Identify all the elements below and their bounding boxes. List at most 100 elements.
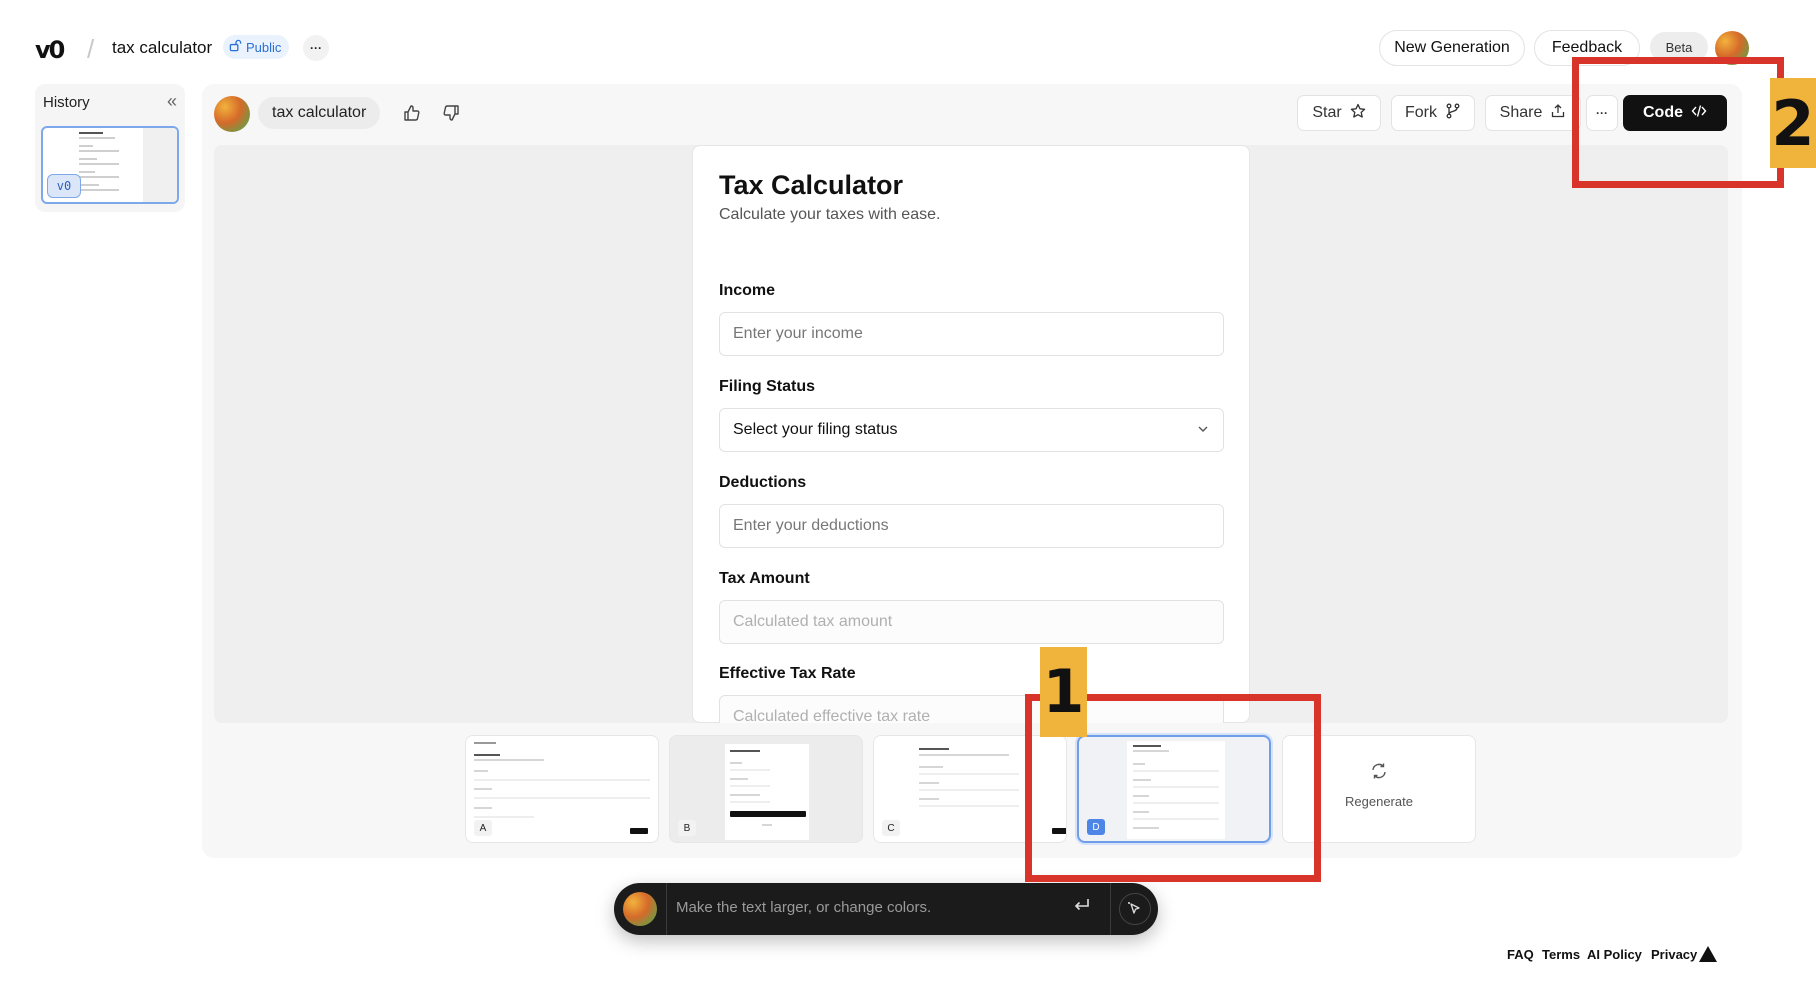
variant-button — [730, 811, 806, 817]
history-version-thumbnail[interactable]: v0 — [41, 126, 179, 204]
variant-line — [730, 769, 770, 771]
breadcrumb-separator: / — [87, 34, 95, 64]
divider — [1110, 883, 1111, 935]
share-label: Share — [1499, 104, 1543, 121]
variant-line — [919, 766, 943, 768]
variant-letter: A — [474, 820, 492, 836]
variant-line — [919, 789, 1019, 791]
footer-ai-policy-link[interactable]: AI Policy — [1587, 947, 1642, 962]
vercel-logo-icon[interactable] — [1699, 946, 1717, 962]
variant-line — [762, 824, 772, 826]
version-badge: v0 — [47, 174, 81, 198]
new-generation-button[interactable]: New Generation — [1379, 30, 1525, 66]
variant-b[interactable]: B — [669, 735, 863, 843]
filing-status-value: Select your filing status — [733, 421, 898, 438]
deductions-label: Deductions — [719, 474, 807, 491]
share-icon — [1550, 103, 1566, 124]
variant-line — [919, 805, 1019, 807]
annotation-box-2 — [1572, 57, 1784, 188]
footer-faq-link[interactable]: FAQ — [1507, 947, 1534, 962]
collapse-icon[interactable]: « — [167, 91, 177, 112]
top-bar: v0 / tax calculator Public ··· New Gener… — [0, 0, 1816, 92]
tax-calculator-card: Tax Calculator Calculate your taxes with… — [692, 145, 1250, 723]
thumbnail-line — [79, 189, 119, 191]
annotation-label-1: 1 — [1040, 647, 1087, 737]
variant-line — [730, 785, 770, 787]
variant-line — [474, 742, 496, 744]
thumbnail-line — [79, 132, 103, 134]
footer-privacy-link[interactable]: Privacy — [1651, 947, 1697, 962]
tax-amount-label: Tax Amount — [719, 570, 810, 587]
income-label: Income — [719, 282, 776, 299]
variant-line — [730, 778, 748, 780]
enter-icon[interactable] — [1072, 895, 1092, 921]
variant-line — [730, 801, 770, 803]
variant-line — [474, 797, 650, 799]
chat-avatar — [214, 96, 250, 132]
thumbnail-line — [79, 150, 119, 152]
variant-line — [474, 779, 650, 781]
variant-line — [919, 748, 949, 750]
visibility-label: Public — [246, 39, 282, 55]
variant-line — [474, 759, 544, 761]
star-label: Star — [1312, 104, 1342, 121]
thumbs-down-icon[interactable] — [439, 101, 463, 125]
variant-line — [730, 794, 760, 796]
prompt-avatar — [623, 892, 657, 926]
variant-line — [919, 754, 1009, 756]
variant-line — [730, 762, 742, 764]
filing-status-label: Filing Status — [719, 378, 815, 395]
variant-button — [630, 828, 648, 834]
preview-title: Tax Calculator — [719, 170, 904, 200]
thumbs-up-icon[interactable] — [400, 101, 424, 125]
variant-line — [474, 754, 500, 756]
thumbnail-line — [79, 137, 115, 139]
chevron-down-icon — [1197, 422, 1209, 438]
annotation-label-2: 2 — [1770, 78, 1816, 168]
divider — [666, 883, 667, 935]
cursor-select-icon[interactable] — [1119, 893, 1151, 925]
v0-logo[interactable]: v0 — [35, 36, 65, 64]
project-name[interactable]: tax calculator — [112, 38, 212, 58]
thumbnail-line — [79, 184, 99, 186]
thumbnail-line — [79, 158, 97, 160]
variant-line — [474, 788, 492, 790]
income-input[interactable]: Enter your income — [719, 312, 1224, 356]
star-button[interactable]: Star — [1297, 95, 1381, 131]
prompt-input[interactable]: Make the text larger, or change colors. — [676, 899, 931, 916]
prompt-bar: Make the text larger, or change colors. — [614, 883, 1158, 935]
preview-subtitle: Calculate your taxes with ease. — [719, 206, 941, 223]
effective-tax-rate-label: Effective Tax Rate — [719, 665, 856, 682]
variant-line — [919, 798, 939, 800]
thumbnail-line — [79, 176, 119, 178]
fork-button[interactable]: Fork — [1391, 95, 1475, 131]
thumbnail-line — [79, 171, 95, 173]
visibility-badge[interactable]: Public — [223, 35, 290, 59]
thumbnail-line — [79, 163, 119, 165]
variant-line — [474, 807, 492, 809]
variant-line — [474, 816, 534, 818]
variant-line — [919, 782, 939, 784]
star-icon — [1350, 103, 1366, 124]
deductions-input[interactable]: Enter your deductions — [719, 504, 1224, 548]
footer-terms-link[interactable]: Terms — [1542, 947, 1580, 962]
project-more-button[interactable]: ··· — [303, 35, 329, 61]
chat-title[interactable]: tax calculator — [258, 97, 381, 129]
tax-amount-output: Calculated tax amount — [719, 600, 1224, 644]
variant-letter: C — [882, 820, 900, 836]
preview-area: Tax Calculator Calculate your taxes with… — [214, 145, 1728, 723]
thumbnail-sidebar — [143, 128, 177, 202]
variant-letter: B — [678, 820, 696, 836]
variant-line — [474, 770, 488, 772]
share-button[interactable]: Share — [1485, 95, 1581, 131]
variant-line — [730, 750, 760, 752]
fork-icon — [1445, 103, 1461, 124]
history-title: History — [43, 94, 90, 111]
fork-label: Fork — [1405, 104, 1437, 121]
variant-line — [919, 773, 1019, 775]
variant-a[interactable]: A — [465, 735, 659, 843]
history-panel: History « v0 — [35, 84, 185, 212]
thumbnail-line — [79, 145, 93, 147]
lock-open-icon — [229, 39, 242, 55]
filing-status-select[interactable]: Select your filing status — [719, 408, 1224, 452]
